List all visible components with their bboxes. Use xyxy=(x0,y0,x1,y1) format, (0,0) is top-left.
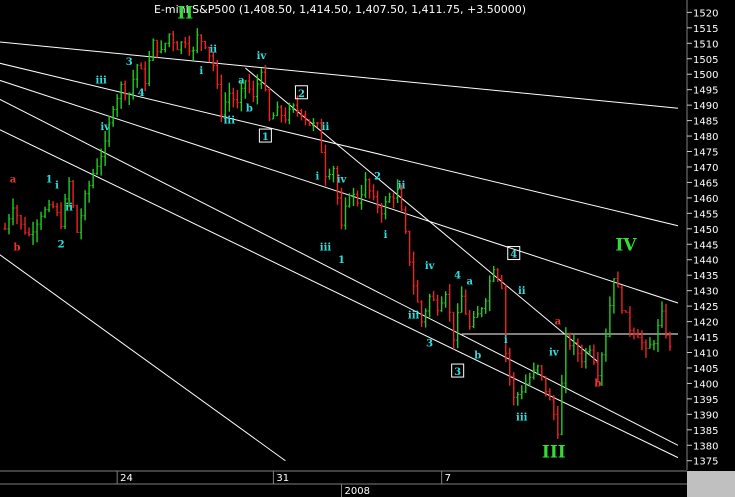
y-tick-label: 1475 xyxy=(693,148,718,159)
y-tick-label: 1375 xyxy=(693,457,718,468)
y-tick-label: 1410 xyxy=(693,349,718,360)
wave-label: 3 xyxy=(126,57,133,68)
y-tick-label: 1440 xyxy=(693,256,718,267)
wave-label: i xyxy=(504,335,508,346)
wave-label: a xyxy=(238,75,245,86)
wave-label: iv xyxy=(425,261,436,272)
wave-label: b xyxy=(246,103,253,114)
wave-label: ii xyxy=(65,202,73,213)
y-tick-label: 1510 xyxy=(693,39,718,50)
boxed-label-text: 2 xyxy=(298,89,305,100)
wave-label: III xyxy=(542,443,566,463)
wave-label: iii xyxy=(95,75,107,86)
wave-label: ii xyxy=(398,181,406,192)
wave-label: a xyxy=(555,317,562,328)
wave-label: i xyxy=(316,171,320,182)
wave-label: IV xyxy=(615,235,637,255)
wave-label: 1 xyxy=(46,174,53,185)
y-tick-label: 1380 xyxy=(693,441,718,452)
x-tick-label: 31 xyxy=(276,473,289,484)
x-tick-label: 24 xyxy=(120,473,133,484)
wave-label: a xyxy=(10,174,17,185)
y-tick-label: 1520 xyxy=(693,8,718,19)
x-tick-label: 7 xyxy=(445,473,451,484)
wave-label: iv xyxy=(100,122,111,133)
wave-label: ii xyxy=(210,45,218,56)
y-tick-label: 1415 xyxy=(693,333,718,344)
y-tick-label: 1435 xyxy=(693,271,718,282)
wave-label: i xyxy=(55,181,59,192)
wave-label: iv xyxy=(257,51,268,62)
wave-label: 4 xyxy=(138,88,145,99)
year-label: 2008 xyxy=(344,486,369,497)
y-tick-label: 1485 xyxy=(693,117,718,128)
y-tick-label: 1445 xyxy=(693,240,718,251)
wave-label: II xyxy=(177,4,193,24)
y-tick-label: 1465 xyxy=(693,178,718,189)
wave-label: b xyxy=(14,242,21,253)
wave-label: iv xyxy=(549,348,560,359)
chart-title: E-mini S&P500 (1,408.50, 1,414.50, 1,407… xyxy=(154,3,526,16)
wave-label: 3 xyxy=(426,338,433,349)
wave-label: iii xyxy=(516,413,528,424)
y-tick-label: 1385 xyxy=(693,426,718,437)
wave-label: iv xyxy=(337,174,348,185)
y-tick-label: 1405 xyxy=(693,364,718,375)
wave-label: iii xyxy=(408,310,420,321)
y-tick-label: 1490 xyxy=(693,101,718,112)
wave-label: ii xyxy=(518,286,526,297)
boxed-label-text: 4 xyxy=(510,250,517,261)
y-tick-label: 1460 xyxy=(693,194,718,205)
wave-label: iii xyxy=(224,116,236,127)
y-tick-label: 1455 xyxy=(693,209,718,220)
y-tick-label: 1390 xyxy=(693,410,718,421)
y-tick-label: 1515 xyxy=(693,24,718,35)
y-tick-label: 1505 xyxy=(693,55,718,66)
x-axis: 24 31 7 2008 xyxy=(0,470,735,497)
y-tick-label: 1495 xyxy=(693,86,718,97)
y-tick-label: 1400 xyxy=(693,379,718,390)
wave-label: iii xyxy=(320,242,332,253)
boxed-label-text: 3 xyxy=(454,367,461,378)
wave-label: ii xyxy=(322,122,330,133)
wave-label: i xyxy=(199,66,203,77)
y-tick-label: 1425 xyxy=(693,302,718,313)
axis-corner xyxy=(687,471,735,497)
y-tick-label: 1395 xyxy=(693,395,718,406)
y-tick-label: 1480 xyxy=(693,132,718,143)
wave-label: b xyxy=(594,379,601,390)
y-tick-label: 1420 xyxy=(693,318,718,329)
y-tick-label: 1430 xyxy=(693,287,718,298)
wave-label: i xyxy=(384,230,388,241)
y-tick-label: 1450 xyxy=(693,225,718,236)
wave-label: 2 xyxy=(58,239,65,250)
boxed-label-text: 1 xyxy=(262,132,269,143)
y-tick-label: 1470 xyxy=(693,163,718,174)
wave-label: 1 xyxy=(338,255,345,266)
y-tick-label: 1500 xyxy=(693,70,718,81)
wave-label: 4 xyxy=(454,270,461,281)
wave-label: b xyxy=(474,351,481,362)
wave-label: 2 xyxy=(374,171,381,182)
wave-label: a xyxy=(466,276,473,287)
price-chart: E-mini S&P500 (1,408.50, 1,414.50, 1,407… xyxy=(0,0,735,497)
